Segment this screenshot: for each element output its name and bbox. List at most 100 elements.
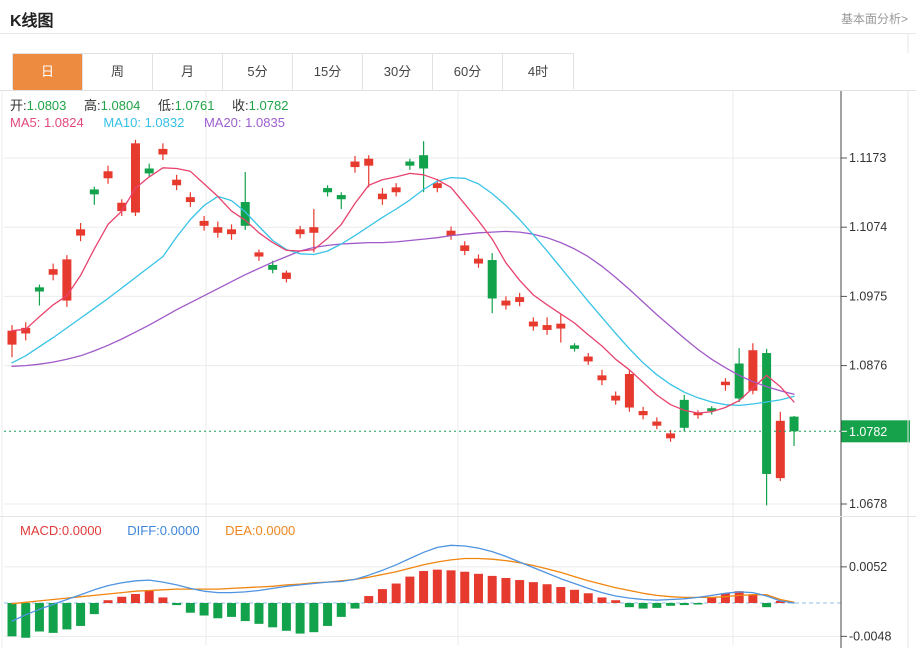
macd-hist-bar[interactable] [227,603,237,617]
tab-月[interactable]: 月 [153,54,223,90]
macd-hist-bar[interactable] [707,597,717,603]
macd-hist-bar[interactable] [34,603,44,632]
macd-hist-bar[interactable] [254,603,264,624]
candle[interactable] [89,189,99,195]
macd-hist-bar[interactable] [336,603,346,617]
candle[interactable] [432,183,442,189]
macd-hist-bar[interactable] [89,603,99,615]
candle[interactable] [48,269,58,275]
macd-hist-bar[interactable] [199,603,209,616]
candle[interactable] [624,373,634,408]
macd-hist-bar[interactable] [391,583,401,603]
candle[interactable] [775,420,785,479]
candle[interactable] [679,399,689,428]
candle[interactable] [570,345,580,349]
macd-hist-bar[interactable] [117,596,127,603]
macd-hist-bar[interactable] [734,591,744,603]
macd-hist-bar[interactable] [158,597,168,603]
candle[interactable] [734,363,744,399]
macd-hist-bar[interactable] [748,594,758,603]
candle[interactable] [597,375,607,381]
macd-hist-bar[interactable] [570,589,580,603]
tab-4时[interactable]: 4时 [503,54,573,90]
macd-hist-bar[interactable] [583,593,593,603]
macd-hist-bar[interactable] [638,603,648,609]
candle[interactable] [172,179,182,186]
candle[interactable] [144,168,154,174]
tab-日[interactable]: 日 [13,54,83,90]
candle[interactable] [213,227,223,233]
macd-hist-bar[interactable] [419,571,429,603]
tab-60分[interactable]: 60分 [433,54,503,90]
candle[interactable] [268,264,278,270]
candle[interactable] [295,229,305,235]
macd-hist-bar[interactable] [693,603,703,605]
macd-hist-bar[interactable] [295,603,305,634]
candle[interactable] [460,245,470,251]
macd-hist-bar[interactable] [103,600,113,603]
candle[interactable] [62,259,72,301]
tab-5分[interactable]: 5分 [223,54,293,90]
macd-hist-bar[interactable] [666,603,676,606]
candle[interactable] [391,187,401,193]
candle[interactable] [336,195,346,200]
candle[interactable] [542,325,552,330]
candle[interactable] [405,161,415,166]
macd-hist-bar[interactable] [652,603,662,608]
candle[interactable] [611,395,621,401]
candle[interactable] [254,252,264,257]
macd-hist-bar[interactable] [144,590,154,603]
candle[interactable] [638,411,648,416]
candle[interactable] [762,353,772,474]
macd-hist-bar[interactable] [350,603,360,609]
macd-hist-bar[interactable] [130,593,140,603]
candle[interactable] [473,258,483,264]
macd-hist-bar[interactable] [679,603,689,606]
candle[interactable] [666,433,676,439]
candle[interactable] [76,229,86,236]
tab-30分[interactable]: 30分 [363,54,433,90]
tab-周[interactable]: 周 [83,54,153,90]
candle[interactable] [528,321,538,327]
macd-hist-bar[interactable] [597,597,607,603]
candle[interactable] [323,188,333,193]
macd-hist-bar[interactable] [21,603,31,638]
tab-15分[interactable]: 15分 [293,54,363,90]
candle[interactable] [130,143,140,213]
macd-hist-bar[interactable] [528,582,538,603]
candle[interactable] [583,356,593,362]
candle[interactable] [789,416,799,432]
macd-hist-bar[interactable] [432,569,442,603]
macd-hist-bar[interactable] [556,587,566,603]
candle[interactable] [652,421,662,426]
candle[interactable] [556,323,566,329]
macd-hist-bar[interactable] [460,571,470,603]
candle[interactable] [103,171,113,179]
macd-hist-bar[interactable] [172,603,182,606]
macd-hist-bar[interactable] [377,589,387,603]
candle[interactable] [501,300,511,306]
candle[interactable] [309,227,319,233]
candle[interactable] [34,287,44,292]
macd-hist-bar[interactable] [446,570,456,603]
candle[interactable] [158,148,168,155]
candle[interactable] [377,193,387,200]
macd-hist-bar[interactable] [515,580,525,603]
candle[interactable] [487,260,497,299]
macd-hist-bar[interactable] [487,575,497,603]
macd-hist-bar[interactable] [405,576,415,603]
candle[interactable] [364,158,374,166]
candle[interactable] [199,220,209,226]
candle[interactable] [227,229,237,235]
macd-hist-bar[interactable] [624,603,634,608]
candle[interactable] [419,155,429,169]
macd-hist-bar[interactable] [364,596,374,603]
macd-hist-bar[interactable] [62,603,72,630]
candle[interactable] [720,381,730,386]
macd-hist-bar[interactable] [48,603,58,633]
macd-hist-bar[interactable] [281,603,291,631]
macd-hist-bar[interactable] [76,603,86,626]
candle[interactable] [515,297,525,302]
candle[interactable] [350,161,360,168]
macd-hist-bar[interactable] [501,577,511,603]
